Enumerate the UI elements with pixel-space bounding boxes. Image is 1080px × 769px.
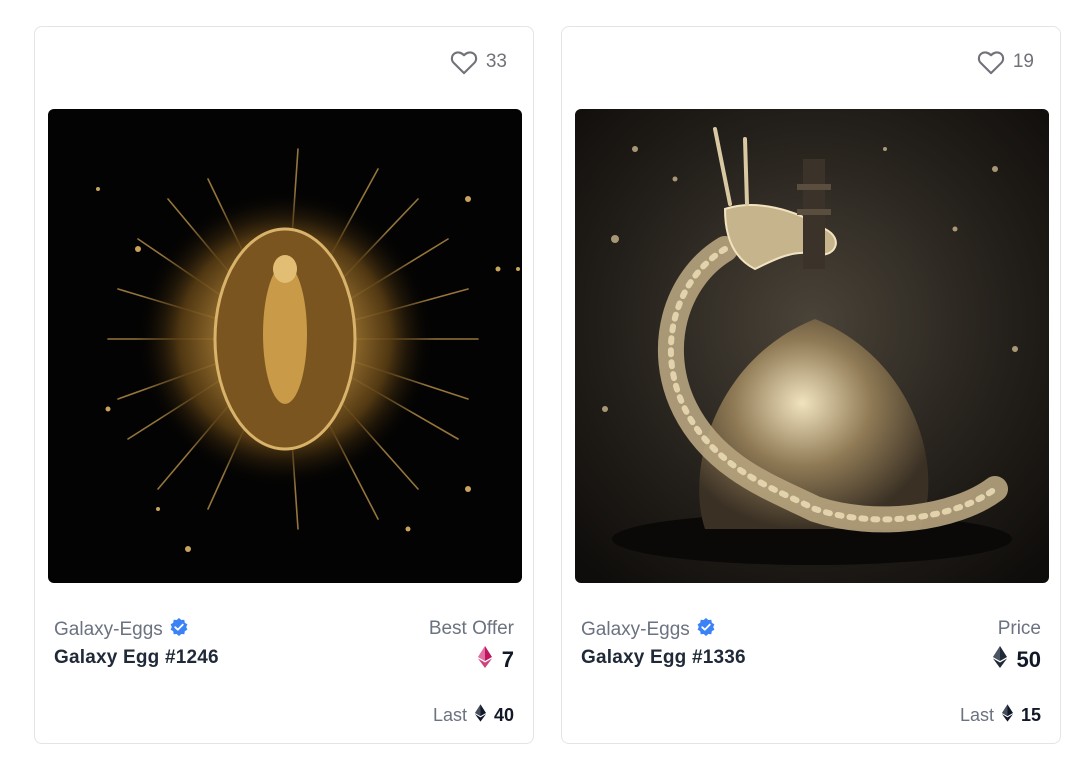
price-value: 7: [477, 646, 514, 674]
price-label: Best Offer: [428, 618, 514, 639]
ethereum-icon: [992, 646, 1007, 674]
price-value: 50: [992, 646, 1041, 674]
last-sale: Last 40: [432, 704, 514, 727]
favorite-button[interactable]: 33: [450, 49, 507, 75]
nft-card-grid: 33 Galaxy-Eggs Galaxy Egg #1246 Best Off…: [0, 0, 1080, 769]
ethereum-icon: [1001, 704, 1013, 727]
nft-image[interactable]: [575, 109, 1049, 583]
verified-badge-icon: [169, 617, 189, 643]
nft-card[interactable]: 19 Galaxy-Eggs Galaxy Egg #1336 Price 50…: [561, 26, 1061, 744]
favorite-count: 19: [1012, 51, 1034, 72]
collection-name[interactable]: Galaxy-Eggs: [54, 617, 189, 643]
heart-icon: [450, 49, 478, 75]
last-sale: Last 15: [959, 704, 1041, 727]
ethereum-icon: [474, 704, 486, 727]
collection-name[interactable]: Galaxy-Eggs: [581, 617, 716, 643]
price-label: Price: [997, 618, 1041, 639]
ethereum-icon: [477, 646, 492, 674]
favorite-count: 33: [485, 51, 507, 72]
nft-image[interactable]: [48, 109, 522, 583]
heart-icon: [977, 49, 1005, 75]
favorite-button[interactable]: 19: [977, 49, 1034, 75]
nft-card[interactable]: 33 Galaxy-Eggs Galaxy Egg #1246 Best Off…: [34, 26, 534, 744]
nft-name[interactable]: Galaxy Egg #1246: [54, 647, 219, 669]
nft-name[interactable]: Galaxy Egg #1336: [581, 647, 746, 669]
verified-badge-icon: [696, 617, 716, 643]
